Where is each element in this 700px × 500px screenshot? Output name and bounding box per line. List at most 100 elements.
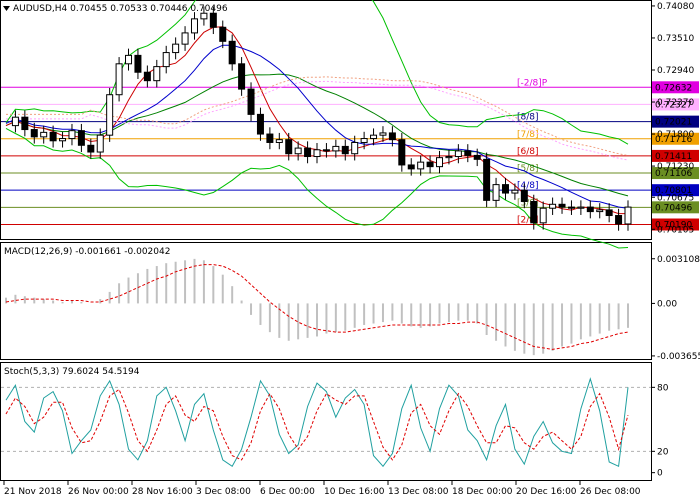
candle-body bbox=[285, 139, 293, 155]
candle-body bbox=[596, 209, 604, 213]
candle-body bbox=[190, 18, 198, 34]
x-tick-label: 26 Dec 08:00 bbox=[580, 487, 641, 497]
stoch-title: Stoch(5,3,3) 79.6024 54.5194 bbox=[4, 367, 140, 377]
candle-body bbox=[454, 150, 462, 158]
candle-body bbox=[181, 32, 189, 45]
candle-body bbox=[398, 139, 406, 166]
candle-body bbox=[96, 134, 104, 153]
x-tick-label: 13 Dec 08:00 bbox=[388, 487, 449, 497]
candle-body bbox=[40, 131, 48, 138]
candle-body bbox=[209, 12, 217, 28]
stoch-panel bbox=[0, 362, 652, 481]
x-tick-label: 3 Dec 08:00 bbox=[196, 487, 251, 497]
candle-body bbox=[115, 63, 123, 96]
x-tick-label: 6 Dec 00:00 bbox=[260, 487, 315, 497]
macd-y-tick-label: 0.003108 bbox=[657, 255, 700, 265]
x-tick-label: 20 Dec 16:00 bbox=[516, 487, 577, 497]
candle-body bbox=[49, 131, 57, 142]
candle-body bbox=[473, 154, 481, 160]
macd-y-tick-label: -0.003655 bbox=[657, 352, 700, 362]
price-tag-label: 0.71411 bbox=[655, 152, 692, 162]
candle-body bbox=[275, 139, 283, 143]
y-tick-label: 0.70675 bbox=[657, 193, 694, 203]
candle-body bbox=[266, 133, 274, 143]
candle-body bbox=[59, 138, 67, 142]
candle-body bbox=[256, 113, 264, 135]
stoch-y-tick-label: 20 bbox=[657, 447, 669, 457]
candle-body bbox=[464, 150, 472, 156]
candle-body bbox=[341, 145, 349, 155]
candle-body bbox=[200, 12, 208, 20]
y-tick-label: 0.74080 bbox=[657, 2, 694, 12]
candle-body bbox=[388, 132, 396, 141]
candle-body bbox=[492, 184, 500, 201]
candle-body bbox=[21, 116, 29, 131]
candle-body bbox=[228, 40, 236, 65]
main-title: AUDUSD,H4 0.70455 0.70533 0.70446 0.7049… bbox=[13, 4, 228, 14]
candle-body bbox=[436, 157, 444, 168]
candle-body bbox=[549, 203, 557, 209]
candle-body bbox=[294, 147, 302, 155]
candle-body bbox=[530, 200, 538, 224]
candle-body bbox=[313, 149, 321, 158]
candle-body bbox=[360, 138, 368, 143]
stoch-y-tick-label: 80 bbox=[657, 383, 669, 393]
murrey-label: [8/8] bbox=[517, 113, 539, 123]
candle-body bbox=[77, 130, 85, 146]
candle-body bbox=[511, 189, 519, 194]
macd-y-tick-label: 0.00 bbox=[657, 299, 677, 309]
chart-canvas: [-2/8]P[8/8][7/8][6/8][5/8][4/8][3/8][2/… bbox=[0, 0, 700, 497]
candle-body bbox=[501, 184, 509, 194]
candle-body bbox=[407, 164, 415, 170]
candle-body bbox=[304, 147, 312, 158]
candle-body bbox=[605, 209, 613, 217]
x-tick-label: 18 Dec 00:00 bbox=[452, 487, 513, 497]
price-tag-label: 0.72021 bbox=[655, 118, 692, 128]
candle-body bbox=[558, 203, 566, 208]
candle-body bbox=[87, 144, 95, 153]
candle-body bbox=[143, 71, 151, 82]
candle-body bbox=[445, 156, 453, 159]
price-tag-label: 0.72632 bbox=[655, 83, 692, 93]
x-tick-label: 21 Nov 2018 bbox=[4, 487, 62, 497]
candle-body bbox=[417, 161, 425, 170]
y-tick-label: 0.72370 bbox=[657, 98, 694, 108]
murrey-label: [7/8] bbox=[517, 130, 539, 140]
candle-body bbox=[483, 158, 491, 201]
candle-body bbox=[520, 189, 528, 202]
candle-body bbox=[134, 54, 142, 73]
macd-panel bbox=[0, 242, 652, 360]
price-tag-label: 0.70496 bbox=[655, 203, 692, 213]
candle-body bbox=[219, 26, 227, 42]
candle-body bbox=[11, 116, 19, 127]
candle-body bbox=[172, 43, 180, 54]
candle-body bbox=[322, 149, 330, 152]
y-tick-label: 0.71230 bbox=[657, 162, 694, 172]
candle-body bbox=[426, 161, 434, 168]
murrey-label: [6/8] bbox=[517, 147, 539, 157]
candle-body bbox=[567, 206, 575, 209]
macd-title: MACD(12,26,9) -0.001661 -0.002042 bbox=[4, 247, 170, 257]
x-tick-label: 10 Dec 16:00 bbox=[324, 487, 385, 497]
main-panel bbox=[0, 0, 652, 240]
candle-body bbox=[379, 132, 387, 136]
y-tick-label: 0.72940 bbox=[657, 66, 694, 76]
candle-body bbox=[238, 63, 246, 90]
candle-body bbox=[586, 206, 594, 213]
y-tick-label: 0.70105 bbox=[657, 225, 694, 235]
stoch-y-tick-label: 0 bbox=[657, 469, 663, 479]
candle-body bbox=[125, 54, 133, 65]
candle-body bbox=[370, 134, 378, 140]
candle-body bbox=[351, 141, 359, 155]
candle-body bbox=[247, 88, 255, 115]
candle-body bbox=[162, 52, 170, 68]
murrey-label: [-2/8]P bbox=[517, 78, 548, 88]
candle-body bbox=[624, 206, 632, 225]
y-tick-label: 0.73510 bbox=[657, 34, 694, 44]
candle-body bbox=[332, 145, 340, 152]
candle-body bbox=[68, 130, 76, 140]
candle-body bbox=[539, 207, 547, 224]
y-tick-label: 0.71800 bbox=[657, 130, 694, 140]
candle-body bbox=[106, 94, 114, 136]
x-tick-label: 28 Nov 16:00 bbox=[132, 487, 193, 497]
